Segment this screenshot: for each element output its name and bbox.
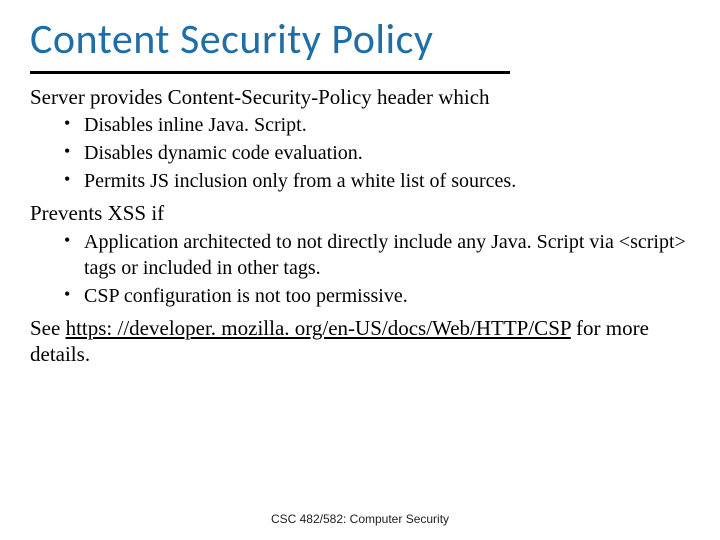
list-item: CSP configuration is not too permissive.	[30, 283, 690, 309]
section1-lead: Server provides Content-Security-Policy …	[30, 84, 690, 110]
slide-footer: CSC 482/582: Computer Security	[0, 512, 720, 526]
title-underline	[30, 71, 510, 74]
list-item: Application architected to not directly …	[30, 229, 690, 281]
csp-docs-link[interactable]: https: //developer. mozilla. org/en-US/d…	[66, 316, 571, 340]
list-item: Permits JS inclusion only from a white l…	[30, 168, 690, 194]
list-item: Disables dynamic code evaluation.	[30, 140, 690, 166]
list-item: Disables inline Java. Script.	[30, 112, 690, 138]
section1-list: Disables inline Java. Script. Disables d…	[30, 112, 690, 194]
see-more: See https: //developer. mozilla. org/en-…	[30, 315, 690, 368]
section2-list: Application architected to not directly …	[30, 229, 690, 309]
slide-title: Content Security Policy	[30, 14, 690, 65]
see-prefix: See	[30, 316, 66, 340]
slide: Content Security Policy Server provides …	[0, 0, 720, 540]
section2-lead: Prevents XSS if	[30, 200, 690, 226]
